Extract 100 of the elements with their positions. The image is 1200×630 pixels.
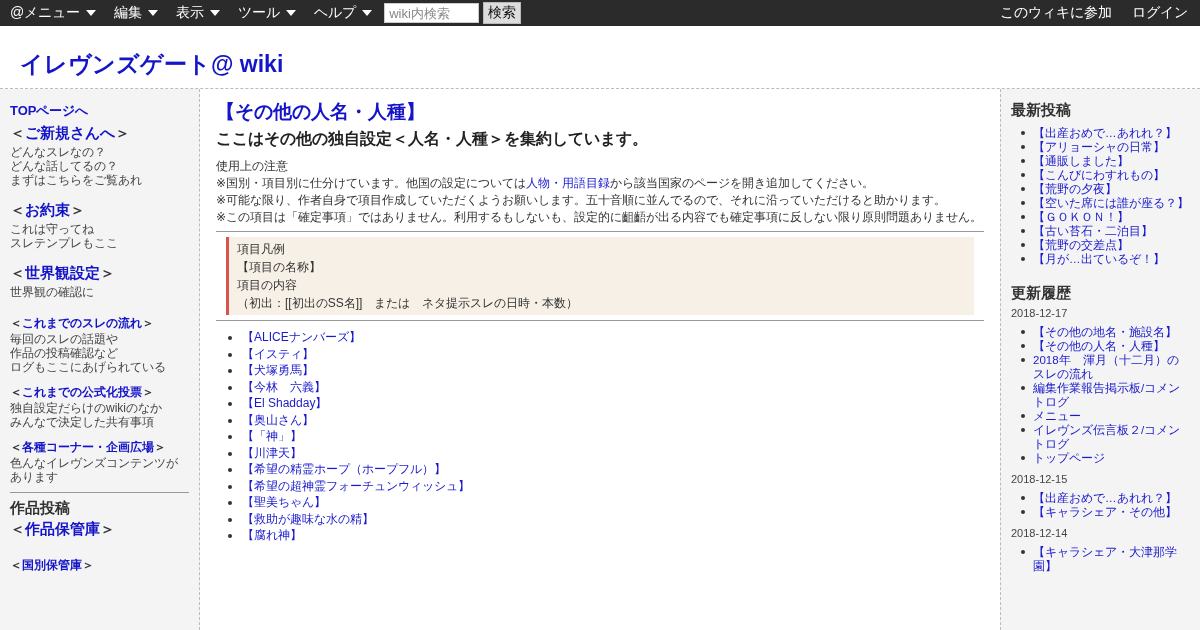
- bullet-icon: [1021, 428, 1025, 432]
- bullet-icon: [1021, 496, 1025, 500]
- section-description: 世界観の確認に: [10, 285, 95, 299]
- bullet-icon: [1021, 173, 1025, 177]
- list-link[interactable]: 【イスティ】: [242, 345, 314, 362]
- bullet-icon: [1021, 159, 1025, 163]
- list-link[interactable]: 【出産おめで…あれれ？】: [1033, 491, 1177, 505]
- section-link[interactable]: ＜作品保管庫＞: [10, 520, 115, 539]
- list-link[interactable]: 【古い苔石・二泊目】: [1033, 224, 1153, 238]
- search-button[interactable]: 検索: [483, 2, 522, 24]
- list-link[interactable]: 【キャラシェア・その他】: [1033, 505, 1177, 519]
- menu-button[interactable]: 表示: [176, 4, 221, 22]
- list-link[interactable]: メニュー: [1033, 409, 1081, 423]
- page-title[interactable]: 【その他の人名・人種】: [216, 99, 984, 125]
- search-field[interactable]: wiki内検索: [384, 3, 480, 23]
- list-link[interactable]: 【犬塚勇馬】: [242, 362, 314, 379]
- menu-button[interactable]: ツール: [238, 4, 297, 22]
- sidebar-heading: 更新履歴: [1011, 284, 1072, 303]
- glossary-link[interactable]: 人物・用語目録: [526, 176, 611, 190]
- bullet-icon: [1021, 550, 1025, 554]
- list-link[interactable]: 【キャラシェア・大津那学園】: [1033, 545, 1190, 573]
- list-link[interactable]: 【空いた席には誰が座る？】: [1033, 196, 1189, 210]
- bullet-icon: [1021, 510, 1025, 514]
- list-link[interactable]: 【El Shadday】: [242, 395, 328, 412]
- page-subtitle: ここはその他の独自設定＜人名・人種＞を集約しています。: [216, 129, 649, 149]
- caret-icon: [86, 10, 97, 16]
- list-link[interactable]: 【出産おめで…あれれ？】: [1033, 126, 1177, 140]
- bullet-icon: [1021, 257, 1025, 261]
- list-link[interactable]: 【こんびにわすれもの】: [1033, 168, 1165, 182]
- list-link[interactable]: 【その他の地名・施設名】: [1033, 325, 1177, 339]
- bullet-icon: [228, 352, 232, 357]
- bullet-icon: [228, 385, 232, 390]
- list-link[interactable]: 編集作業報告掲示板/コメントログ: [1033, 381, 1190, 409]
- note-text: ※国別・項目別に仕分けています。他国の設定については人物・用語目録から該当国家のページを開き追加してください。: [216, 175, 876, 192]
- note-text: ※この項目は「確定事項」ではありません。利用するもしないも、設定的に齟齬が出る内容でも確定事項に反しない限り原則問題ありません。: [216, 209, 984, 226]
- section-description: 独自設定だらけのwikiのなか みんなで決定した共有事項: [10, 401, 163, 429]
- bullet-icon: [228, 451, 232, 456]
- list-link[interactable]: 【荒野の交差点】: [1033, 238, 1129, 252]
- section-description: 色んなイレヴンズコンテンツがあります: [10, 456, 179, 484]
- list-link[interactable]: 【川津天】: [242, 444, 302, 461]
- list-link[interactable]: 【その他の人名・人種】: [1033, 339, 1165, 353]
- caret-icon: [148, 10, 159, 16]
- section-link[interactable]: ＜ご新規さんへ＞: [10, 124, 130, 143]
- section-link[interactable]: ＜各種コーナー・企画広場＞: [10, 439, 166, 456]
- section-link[interactable]: ＜お約束＞: [10, 201, 85, 220]
- bullet-icon: [1021, 414, 1025, 418]
- bullet-icon: [228, 336, 232, 340]
- bullet-icon: [1021, 456, 1025, 460]
- note-text: ※可能な限り、作者自身で項目作成していただくようお願いします。五十音順に並んでるので、それに沿っていただけると助かります。: [216, 192, 948, 209]
- bullet-icon: [1021, 201, 1025, 205]
- list-link[interactable]: 【腐れ神】: [242, 527, 302, 544]
- section-link[interactable]: ＜これまでのスレの流れ＞: [10, 315, 154, 332]
- list-link[interactable]: 【希望の精霊ホープ（ホープフル）】: [242, 461, 446, 478]
- bullet-icon: [1021, 330, 1025, 334]
- list-link[interactable]: 【聖美ちゃん】: [242, 494, 326, 511]
- menu-button[interactable]: @メニュー: [10, 4, 97, 22]
- date-label: 2018-12-14: [1011, 527, 1069, 539]
- bullet-icon: [228, 369, 232, 373]
- list-link[interactable]: 【荒野の夕夜】: [1033, 182, 1117, 196]
- bullet-icon: [228, 435, 232, 439]
- list-link[interactable]: 【救助が趣味な水の精】: [242, 510, 374, 527]
- top-link[interactable]: このウィキに参加: [1000, 4, 1112, 22]
- section-description: どんなスレなの？ どんな話してるの？ まずはこちらをご覧あれ: [10, 145, 143, 187]
- menu-button[interactable]: ヘルプ: [314, 4, 373, 22]
- date-label: 2018-12-15: [1011, 473, 1069, 485]
- list-link[interactable]: 【希望の超神霊フォーチュンウィッシュ】: [242, 477, 470, 494]
- list-link[interactable]: 【今林 六義】: [242, 378, 326, 395]
- menu-button[interactable]: 編集: [114, 4, 159, 22]
- list-link[interactable]: 【月が…出ているぞ！】: [1033, 252, 1165, 266]
- top-page-link[interactable]: TOPページへ: [10, 102, 89, 120]
- bullet-icon: [1021, 215, 1025, 219]
- bullet-icon: [1021, 358, 1025, 362]
- date-label: 2018-12-17: [1011, 307, 1069, 319]
- section-description: 毎回のスレの話題や 作品の投稿確認など ログもここにあげられている: [10, 332, 167, 374]
- list-link[interactable]: 【「神」】: [242, 428, 302, 445]
- bullet-icon: [228, 501, 232, 505]
- list-link[interactable]: 【アリョーシャの日常】: [1033, 140, 1165, 154]
- caret-icon: [210, 10, 221, 16]
- list-link[interactable]: 【ALICEナンバーズ】: [242, 329, 361, 346]
- section-link[interactable]: ＜これまでの公式化投票＞: [10, 384, 154, 401]
- section-link[interactable]: ＜世界観設定＞: [10, 264, 115, 283]
- section-link[interactable]: ＜国別保管庫＞: [10, 557, 94, 574]
- list-link[interactable]: 【奥山さん】: [242, 411, 314, 428]
- list-link[interactable]: 【ＧＯＫＯＮ！】: [1033, 210, 1129, 224]
- bullet-icon: [228, 402, 232, 406]
- list-link[interactable]: トップページ: [1033, 451, 1105, 465]
- list-link[interactable]: イレヴンズ伝言板２/コメントログ: [1033, 423, 1190, 451]
- notes-heading: 使用上の注意: [216, 158, 289, 175]
- bullet-icon: [1021, 386, 1025, 390]
- legend-text: 項目の内容: [237, 277, 298, 294]
- list-link[interactable]: 2018年 渾月（十二月）のスレの流れ: [1033, 353, 1190, 381]
- section-description: これは守ってね スレテンプレもここ: [10, 222, 119, 250]
- list-link[interactable]: 【通販しました】: [1033, 154, 1129, 168]
- bullet-icon: [1021, 243, 1025, 247]
- top-link[interactable]: ログイン: [1132, 4, 1188, 22]
- bullet-icon: [1021, 344, 1025, 348]
- sidebar-heading: 作品投稿: [10, 499, 71, 518]
- sidebar-heading: 最新投稿: [1011, 101, 1072, 120]
- site-title[interactable]: イレヴンズゲート@ wiki: [20, 49, 284, 80]
- bullet-icon: [1021, 145, 1025, 149]
